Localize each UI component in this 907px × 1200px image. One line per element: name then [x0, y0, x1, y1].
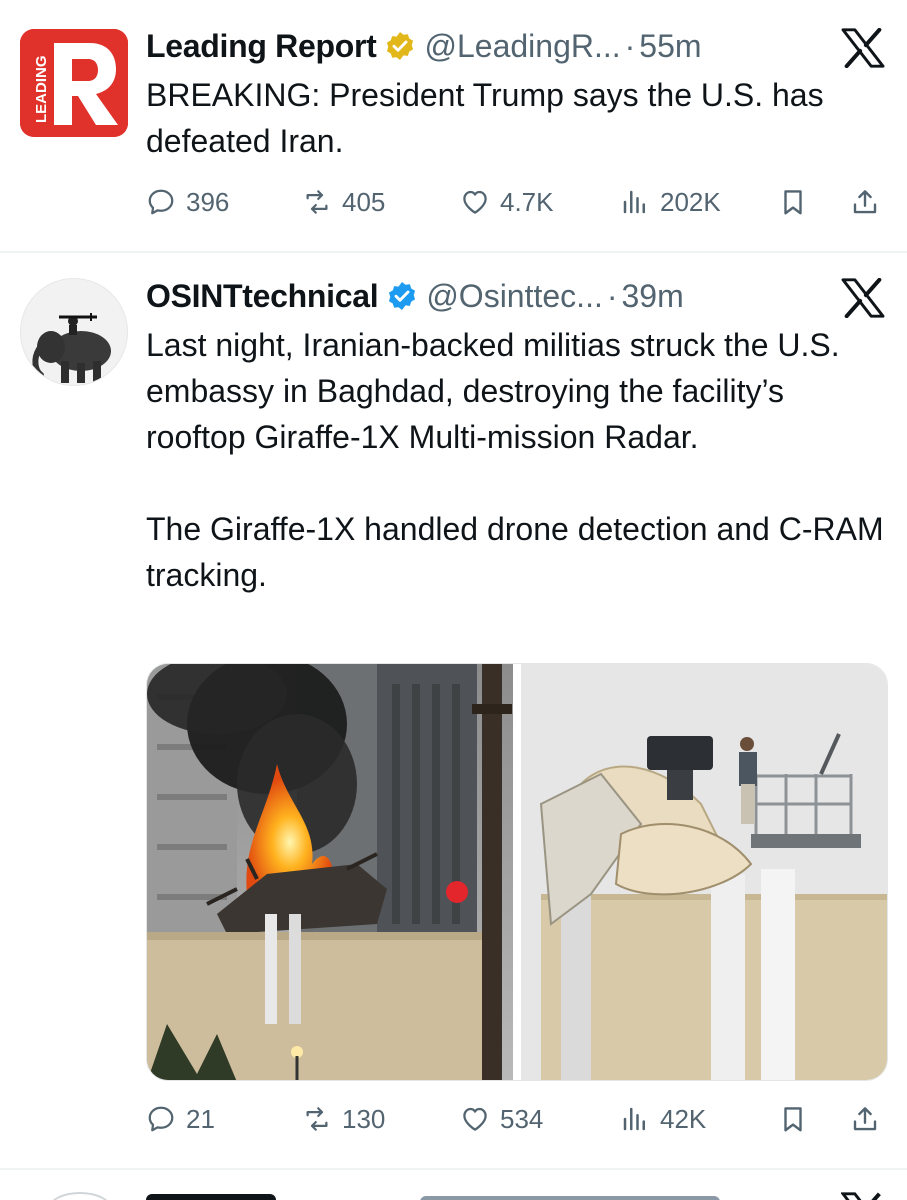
like-button[interactable]: 534	[460, 1099, 543, 1139]
tweet-divider	[0, 1168, 907, 1170]
reply-icon	[148, 189, 174, 215]
tweet-media-grid[interactable]	[146, 663, 888, 1081]
bookmark-icon	[784, 1107, 802, 1132]
header-separator: ·	[624, 27, 636, 64]
author-handle[interactable]: @LeadingR...	[424, 28, 620, 65]
tweet-text: BREAKING: President Trump says the U.S. …	[146, 77, 833, 159]
views-icon	[623, 1107, 645, 1131]
next-tweet-handle-edge	[420, 1196, 720, 1200]
views-count: 202K	[660, 186, 721, 217]
x-logo-icon[interactable]	[841, 1192, 885, 1200]
reply-icon	[148, 1106, 174, 1132]
tweet-leading-report[interactable]: LEADING Leading Report @LeadingR... · 55…	[0, 0, 907, 252]
author-handle[interactable]: @Osinttec...	[426, 278, 603, 315]
reply-count: 396	[186, 186, 230, 217]
views-button[interactable]: 42K	[620, 1099, 706, 1139]
leading-report-logo: LEADING	[20, 29, 128, 137]
repost-count: 130	[342, 1103, 386, 1134]
blue-verified-icon[interactable]	[386, 280, 418, 312]
tweet-header: Leading Report @LeadingR... · 55m	[146, 24, 702, 68]
bookmark-button[interactable]	[778, 182, 808, 222]
author-name[interactable]: Leading Report	[146, 28, 377, 65]
avatar-leading-report[interactable]: LEADING	[20, 29, 128, 137]
reply-button[interactable]: 396	[146, 182, 229, 222]
reply-count: 21	[186, 1103, 215, 1134]
like-count: 534	[500, 1103, 544, 1134]
tweet-header: OSINTtechnical @Osinttec... · 39m	[146, 274, 684, 318]
share-icon	[853, 190, 877, 214]
reply-button[interactable]: 21	[146, 1099, 215, 1139]
tweet-actions: 21 130 534 42K	[146, 1099, 888, 1139]
repost-count: 405	[342, 186, 386, 217]
avatar-osinttechnical[interactable]	[20, 278, 128, 386]
bookmark-icon	[784, 190, 802, 215]
next-tweet-avatar-edge	[48, 1192, 112, 1200]
like-button[interactable]: 4.7K	[460, 182, 554, 222]
share-button[interactable]	[850, 182, 880, 222]
like-icon	[463, 1107, 487, 1131]
author-name[interactable]: OSINTtechnical	[146, 278, 379, 315]
share-button[interactable]	[850, 1099, 880, 1139]
header-separator: ·	[606, 277, 618, 314]
next-tweet-header-edge	[146, 1194, 276, 1200]
x-logo-icon[interactable]	[841, 278, 885, 318]
bookmark-button[interactable]	[778, 1099, 808, 1139]
repost-button[interactable]: 405	[302, 182, 385, 222]
next-tweet-peek[interactable]	[0, 1188, 907, 1200]
share-icon	[853, 1107, 877, 1131]
repost-icon	[306, 1107, 328, 1131]
embassy-fire-photo[interactable]	[147, 664, 513, 1081]
repost-button[interactable]: 130	[302, 1099, 385, 1139]
destroyed-radar-photo[interactable]	[521, 664, 888, 1081]
views-icon	[623, 190, 645, 214]
like-count: 4.7K	[500, 186, 554, 217]
tweet-timestamp[interactable]: 39m	[622, 278, 684, 315]
elephant-avatar-image	[21, 279, 127, 385]
tweet-actions: 396 405 4.7K 202K	[146, 182, 888, 222]
gold-verified-icon[interactable]	[384, 30, 416, 62]
views-button[interactable]: 202K	[620, 182, 721, 222]
svg-text:LEADING: LEADING	[33, 56, 50, 124]
repost-icon	[306, 190, 328, 214]
like-icon	[463, 190, 487, 214]
x-logo-icon[interactable]	[841, 28, 885, 68]
views-count: 42K	[660, 1103, 707, 1134]
tweet-text: Last night, Iranian-backed militias stru…	[146, 327, 884, 593]
tweet-timestamp[interactable]: 55m	[639, 28, 701, 65]
